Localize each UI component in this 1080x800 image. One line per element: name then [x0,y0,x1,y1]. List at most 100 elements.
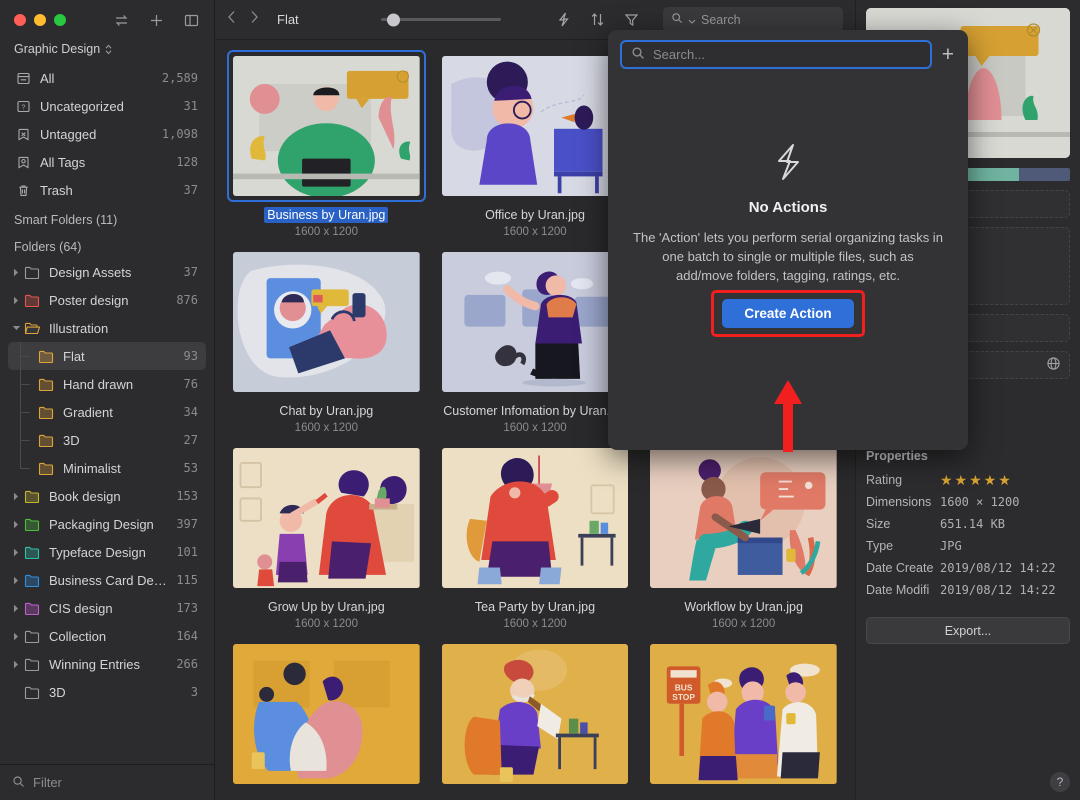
folder-icon [38,460,55,477]
thumbnail-cell[interactable]: Grow Up by Uran.jpg1600 x 1200 [227,442,426,638]
folder-item-minimalist[interactable]: Minimalist53 [8,454,206,482]
folder-item-poster-design[interactable]: Poster design876 [8,286,206,314]
folder-item-gradient[interactable]: Gradient34 [8,398,206,426]
maximize-button[interactable] [54,14,66,26]
svg-text:STOP: STOP [673,692,696,702]
thumbnail-size-slider[interactable] [381,10,501,30]
disclosure-right-icon[interactable] [8,604,24,613]
thumbnail-cell[interactable]: Customer Infomation by Uran.jpg1600 x 12… [436,246,635,442]
folder-icon [38,404,55,421]
disclosure-right-icon[interactable] [8,268,24,277]
disclosure-down-icon[interactable] [8,325,24,331]
search-input[interactable]: Search [663,7,843,32]
folder-item-packaging-design[interactable]: Packaging Design397 [8,510,206,538]
thumbnail-caption: Tea Party by Uran.jpg1600 x 1200 [436,594,635,632]
sidebar-item-untagged[interactable]: Untagged1,098 [8,120,206,148]
thumbnail-cell[interactable] [436,638,635,800]
plus-icon[interactable]: + [942,44,956,65]
globe-icon[interactable] [1046,356,1061,374]
thumbnail-caption [644,790,843,800]
palette-swatch[interactable] [1019,168,1070,181]
folder-count: 173 [168,601,198,615]
thumbnail-cell[interactable]: Workflow by Uran.jpg1600 x 1200 [644,442,843,638]
property-row: Size651.14 KB [866,513,1070,535]
actions-bolt-icon[interactable] [555,11,572,28]
disclosure-right-icon[interactable] [8,632,24,641]
sync-icon[interactable] [113,12,130,29]
thumbnail-name[interactable]: Business by Uran.jpg [264,207,388,223]
thumbnail-image[interactable] [436,50,635,202]
window-controls[interactable] [14,14,66,26]
disclosure-right-icon[interactable] [8,492,24,501]
disclosure-right-icon[interactable] [8,548,24,557]
thumbnail-image[interactable]: BUSSTOP [644,638,843,790]
thumbnail-cell[interactable]: Chat by Uran.jpg1600 x 1200 [227,246,426,442]
folder-item-winning-entries[interactable]: Winning Entries266 [8,650,206,678]
disclosure-right-icon[interactable] [8,660,24,669]
thumbnail-name[interactable]: Workflow by Uran.jpg [681,599,806,615]
export-button[interactable]: Export... [866,617,1070,644]
library-selector[interactable]: Graphic Design [0,40,214,64]
create-action-button[interactable]: Create Action [722,299,853,328]
minimize-button[interactable] [34,14,46,26]
thumbnail-cell[interactable]: Business by Uran.jpg1600 x 1200 [227,50,426,246]
actions-popover: Search... + No Actions The 'Action' lets… [608,30,968,450]
chevron-down-icon[interactable] [688,13,696,27]
thumbnail-name[interactable]: Office by Uran.jpg [482,207,588,223]
thumbnail-cell[interactable]: Tea Party by Uran.jpg1600 x 1200 [436,442,635,638]
folders-label[interactable]: Folders (64) [0,231,214,258]
thumbnail-image[interactable] [227,246,426,398]
add-icon[interactable] [148,12,165,29]
folder-item-hand-drawn[interactable]: Hand drawn76 [8,370,206,398]
folder-item-design-assets[interactable]: Design Assets37 [8,258,206,286]
thumbnail-image[interactable] [227,442,426,594]
thumbnail-image[interactable] [227,50,426,202]
chevron-left-icon[interactable] [227,10,236,29]
folder-label: Collection [49,629,106,644]
thumbnail-name[interactable]: Tea Party by Uran.jpg [472,599,598,615]
filter-icon[interactable] [623,11,640,28]
thumbnail-image[interactable] [436,246,635,398]
disclosure-right-icon[interactable] [8,520,24,529]
disclosure-right-icon[interactable] [8,576,24,585]
popover-search-placeholder: Search... [653,47,705,62]
thumbnail-image[interactable] [436,638,635,790]
smart-folders-label[interactable]: Smart Folders (11) [0,204,214,231]
sidebar-item-all[interactable]: All2,589 [8,64,206,92]
thumbnail-cell[interactable]: BUSSTOP [644,638,843,800]
property-value[interactable]: ★★★★★ [940,472,1013,489]
thumbnail-image[interactable] [644,442,843,594]
help-button[interactable]: ? [1050,772,1070,792]
sidebar-item-all-tags[interactable]: All Tags128 [8,148,206,176]
thumbnail-cell[interactable]: Office by Uran.jpg1600 x 1200 [436,50,635,246]
folder-item-flat[interactable]: Flat93 [8,342,206,370]
sidebar-item-trash[interactable]: Trash37 [8,176,206,204]
folder-item-collection[interactable]: Collection164 [8,622,206,650]
thumbnail-art [442,252,629,392]
thumbnail-name[interactable]: Chat by Uran.jpg [276,403,376,419]
slider-knob[interactable] [387,13,400,26]
palette-swatch[interactable] [968,168,1019,181]
sidebar-item-uncategorized[interactable]: ?Uncategorized31 [8,92,206,120]
thumbnail-image[interactable] [436,442,635,594]
thumbnail-cell[interactable] [227,638,426,800]
chevron-right-icon[interactable] [250,10,259,29]
thumbnail-name[interactable]: Customer Infomation by Uran.jpg [440,403,629,419]
folder-item-typeface-design[interactable]: Typeface Design101 [8,538,206,566]
thumbnail-name[interactable]: Grow Up by Uran.jpg [265,599,388,615]
filter-bar[interactable]: Filter [0,764,214,800]
popover-search-input[interactable]: Search... [620,40,932,69]
folder-item-cis-design[interactable]: CIS design173 [8,594,206,622]
folder-item-3d[interactable]: 3D27 [8,426,206,454]
thumbnail-art [442,644,629,784]
folder-item-illustration[interactable]: Illustration [8,314,206,342]
sidebar-toggle-icon[interactable] [183,12,200,29]
folder-item-book-design[interactable]: Book design153 [8,482,206,510]
close-button[interactable] [14,14,26,26]
thumbnail-image[interactable] [227,638,426,790]
sort-icon[interactable] [589,11,606,28]
disclosure-right-icon[interactable] [8,296,24,305]
folder-item-3d[interactable]: 3D3 [8,678,206,706]
thumbnail-dimensions: 1600 x 1200 [436,224,635,240]
folder-item-business-card-des[interactable]: Business Card Des…115 [8,566,206,594]
